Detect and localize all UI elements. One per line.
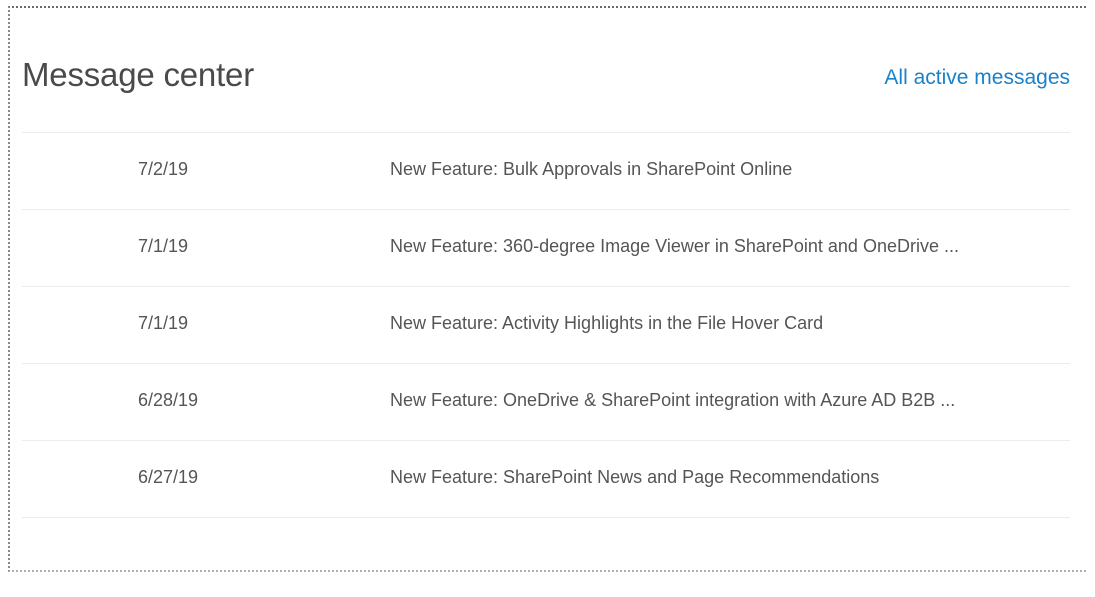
message-row[interactable]: 7/2/19 New Feature: Bulk Approvals in Sh… [22,133,1070,210]
message-date: 7/2/19 [138,159,189,179]
message-title: New Feature: 360-degree Image Viewer in … [390,236,959,256]
message-date: 6/28/19 [138,390,199,410]
message-row[interactable]: 7/1/19 New Feature: Activity Highlights … [22,287,1070,364]
all-active-messages-link[interactable]: All active messages [884,66,1070,90]
message-date: 7/1/19 [138,313,189,333]
message-row[interactable]: 6/27/19 New Feature: SharePoint News and… [22,441,1070,518]
message-title: New Feature: OneDrive & SharePoint integ… [390,390,956,410]
message-title: New Feature: SharePoint News and Page Re… [390,467,880,487]
message-center-card: Message center All active messages 7/2/1… [20,18,1080,548]
message-row[interactable]: 7/1/19 New Feature: 360-degree Image Vie… [22,210,1070,287]
card-title: Message center [22,56,254,93]
message-title: New Feature: Activity Highlights in the … [390,313,824,333]
message-title: New Feature: Bulk Approvals in SharePoin… [390,159,793,179]
message-list: 7/2/19 New Feature: Bulk Approvals in Sh… [22,132,1070,518]
message-date: 6/27/19 [138,467,199,487]
message-row[interactable]: 6/28/19 New Feature: OneDrive & SharePoi… [22,364,1070,441]
message-date: 7/1/19 [138,236,189,256]
card-header: Message center All active messages [22,56,1070,106]
